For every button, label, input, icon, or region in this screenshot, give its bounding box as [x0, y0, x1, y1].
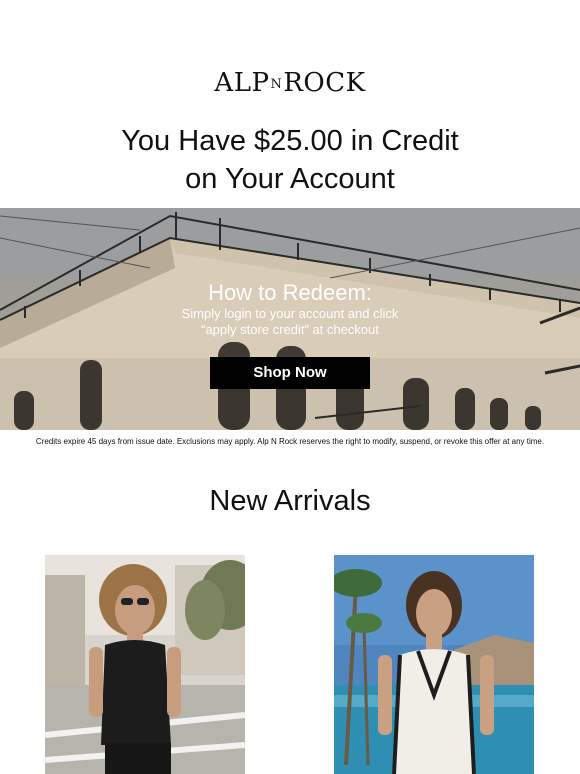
credit-headline: You Have $25.00 in Credit on Your Accoun…: [0, 122, 580, 198]
hero-banner[interactable]: How to Redeem: Simply login to your acco…: [0, 208, 580, 430]
logo-text-n: N: [270, 76, 283, 92]
redeem-line-1: Simply login to your account and click: [181, 306, 399, 321]
redeem-title: How to Redeem:: [208, 280, 372, 305]
logo-text-rock: ROCK: [283, 68, 366, 98]
brand-logo[interactable]: ALPNROCK: [0, 68, 580, 98]
product-image-white-knit-vest[interactable]: [334, 555, 534, 774]
redeem-instructions: Simply login to your account and click “…: [0, 306, 580, 338]
headline-line-1: You Have $25.00 in Credit: [121, 125, 459, 157]
headline-line-2: on Your Account: [185, 163, 395, 195]
product-photo-1: [45, 555, 245, 774]
product-photo-2: [334, 555, 534, 774]
product-image-black-vest[interactable]: [45, 555, 245, 774]
redeem-line-2: “apply store credit” at checkout: [201, 322, 379, 337]
logo-text-alp: ALP: [214, 68, 270, 98]
new-arrivals-title: New Arrivals: [209, 485, 371, 517]
credit-disclaimer: Credits expire 45 days from issue date. …: [35, 437, 545, 446]
shop-now-button[interactable]: Shop Now: [210, 357, 370, 389]
